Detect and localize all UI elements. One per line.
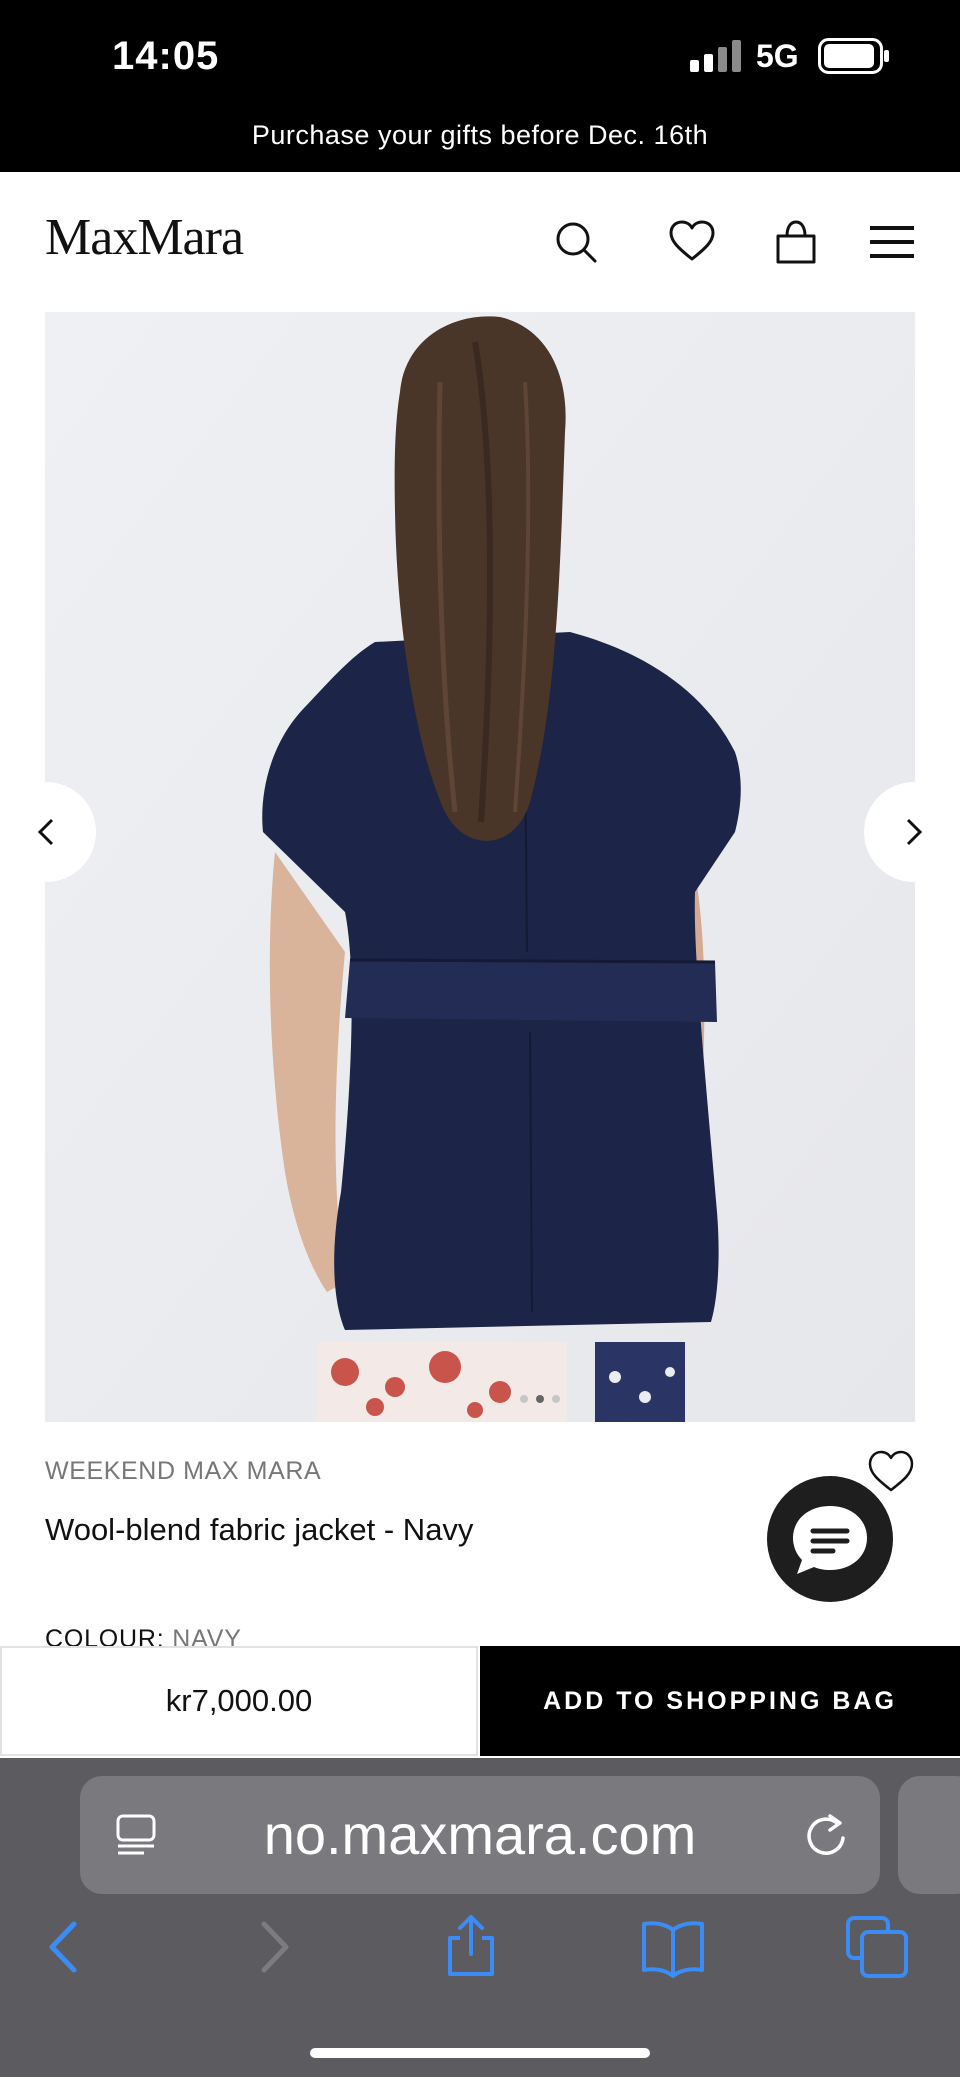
shopping-bag-icon[interactable] [768, 214, 824, 270]
gallery-dot[interactable] [536, 1395, 544, 1403]
product-brand[interactable]: WEEKEND MAX MARA [45, 1457, 321, 1486]
chat-button[interactable] [767, 1476, 893, 1602]
signal-icon [690, 40, 741, 72]
next-image-button[interactable] [864, 782, 960, 882]
share-icon[interactable] [436, 1912, 506, 1982]
url-text[interactable]: no.maxmara.com [80, 1776, 880, 1894]
maxmara-logo[interactable]: MaxMara [45, 208, 244, 267]
reload-icon[interactable] [802, 1810, 850, 1860]
add-to-bag-button[interactable]: ADD TO SHOPPING BAG [480, 1646, 960, 1756]
chevron-right-icon [906, 818, 923, 846]
home-indicator[interactable] [310, 2048, 650, 2058]
forward-icon[interactable] [238, 1912, 308, 1982]
gallery-dot[interactable] [520, 1395, 528, 1403]
bookmarks-icon[interactable] [638, 1912, 708, 1982]
promo-banner[interactable]: Purchase your gifts before Dec. 16th [0, 120, 960, 151]
network-type: 5G [756, 38, 799, 74]
search-icon[interactable] [548, 214, 604, 270]
product-title: Wool-blend fabric jacket - Navy [45, 1512, 474, 1547]
reader-mode-icon[interactable] [114, 1812, 160, 1858]
gallery-dots [520, 1390, 568, 1408]
gallery-dot[interactable] [552, 1395, 560, 1403]
battery-icon [818, 38, 889, 74]
next-tab-peek[interactable] [898, 1776, 960, 1894]
tabs-icon[interactable] [842, 1912, 912, 1982]
jacket-back-image [45, 312, 915, 1422]
wishlist-icon[interactable] [664, 214, 720, 270]
purchase-bar: kr7,000.00 ADD TO SHOPPING BAG [0, 1646, 960, 1758]
back-icon[interactable] [30, 1912, 100, 1982]
status-time: 14:05 [112, 34, 220, 78]
previous-image-button[interactable] [0, 782, 96, 882]
colour-selector[interactable]: COLOUR: NAVY [45, 1625, 242, 1647]
colour-value: NAVY [172, 1625, 242, 1647]
colour-label: COLOUR: [45, 1625, 165, 1647]
chat-bubble-icon [793, 1506, 867, 1574]
product-price: kr7,000.00 [0, 1646, 478, 1756]
chevron-left-icon [37, 818, 54, 846]
menu-icon[interactable] [864, 214, 920, 270]
address-bar[interactable]: no.maxmara.com [80, 1776, 880, 1894]
product-image[interactable] [45, 312, 915, 1422]
